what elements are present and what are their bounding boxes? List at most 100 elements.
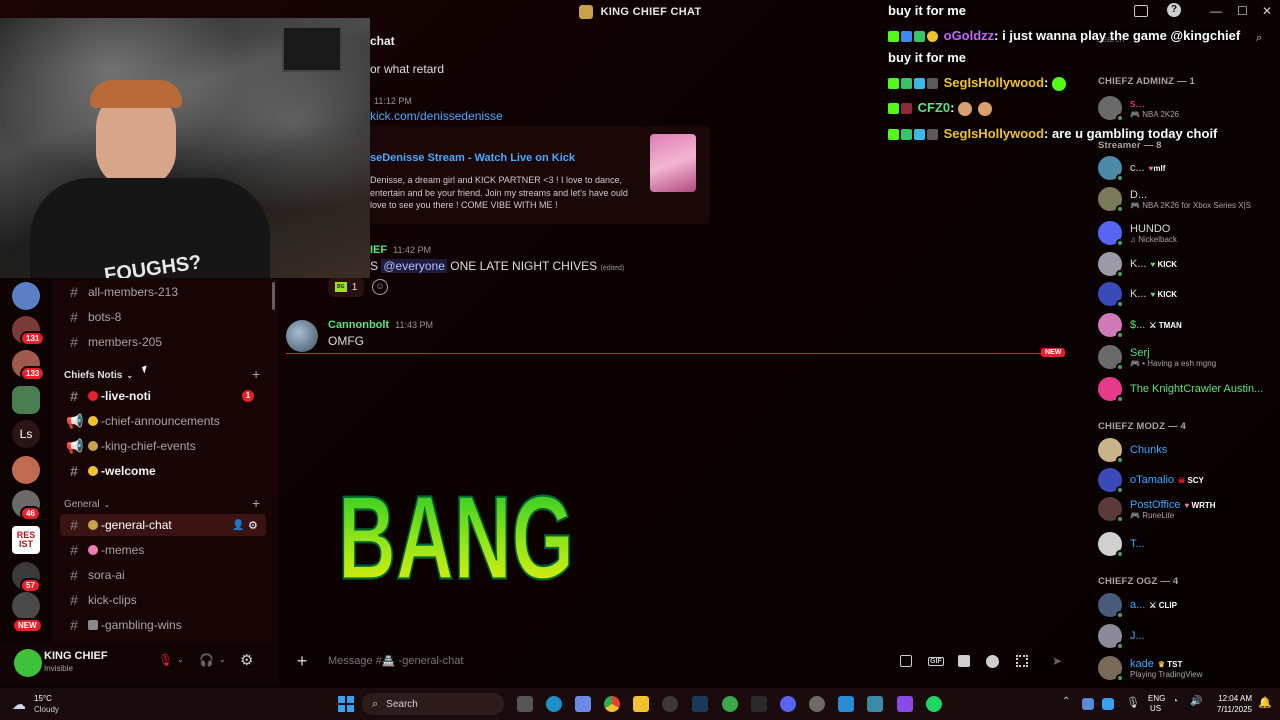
channel-kick-clips[interactable]: # kick-clips [60,589,266,611]
clock-date[interactable]: 7/11/2025 [1208,705,1252,714]
member-item[interactable]: J... [1098,621,1278,651]
gear-icon[interactable]: ⚙ [248,519,258,532]
mic-icon[interactable]: 🎙 [1126,696,1140,709]
avatar[interactable] [14,649,42,677]
app-icon[interactable] [575,696,591,712]
add-channel-icon[interactable]: + [252,495,260,511]
member-item[interactable]: $... ⚔ TMAN [1098,310,1278,340]
channel-live-noti[interactable]: # -live-noti 1 [60,385,266,407]
member-item[interactable]: The KnightCrawler Austin... [1098,374,1278,404]
message-author[interactable]: Cannonbolt [328,319,389,331]
mention-everyone[interactable]: @everyone [381,259,447,273]
member-item[interactable]: HUNDO ♫ Nickelback [1098,218,1278,248]
gift-icon[interactable] [900,655,912,667]
keyboard-layout[interactable]: US [1150,704,1161,713]
channel-general-chat[interactable]: # -general-chat 👤 ⚙ [60,514,266,536]
channel-bots[interactable]: # bots-8 [60,306,266,328]
member-item[interactable]: c... ♥mlf [1098,153,1278,183]
member-item[interactable]: T... [1098,529,1278,559]
member-item[interactable]: Chunks [1098,435,1278,465]
embed-thumbnail[interactable] [650,134,696,192]
temple-icon [88,520,98,530]
message-input[interactable] [328,655,848,667]
taskbar-search[interactable]: ⌕ Search [362,693,504,715]
channel-sora-ai[interactable]: # sora-ai [60,564,266,586]
member-item[interactable]: K... ♥ KICK [1098,279,1278,309]
channel-all-members[interactable]: # all-members-213 [60,281,266,303]
scrollbar[interactable] [272,282,275,310]
embed-title[interactable]: seDenisse Stream - Watch Live on Kick [370,152,642,164]
user-name[interactable]: KING CHIEF [44,650,108,662]
send-icon[interactable]: ➤ [1052,654,1062,668]
xbox-icon[interactable] [722,696,738,712]
add-channel-icon[interactable]: + [252,366,260,382]
app-icon[interactable] [867,696,883,712]
app-icon[interactable] [662,696,678,712]
channel-chief-announcements[interactable]: 📢 -chief-announcements [60,410,266,432]
steam-icon[interactable] [692,696,708,712]
channel-king-chief-events[interactable]: 📢 -king-chief-events [60,435,266,457]
category-general[interactable]: General ⌄ [64,499,110,510]
attach-plus-icon[interactable]: + [290,651,314,672]
tray-icon[interactable] [1102,698,1114,710]
server-icon[interactable] [12,456,40,484]
notification-bell-icon[interactable]: 🔔 [1258,696,1272,709]
message-author[interactable]: IEF [370,244,387,256]
clock-time[interactable]: 12:04 AM [1208,694,1252,703]
channel-welcome[interactable]: # -welcome [60,460,266,482]
tray-icon[interactable] [1082,698,1094,710]
avatar[interactable] [286,320,318,352]
mic-muted-icon[interactable]: 🎙 [158,653,173,667]
user-panel: KING CHIEF Invisible 🎙 ⌄ 🎧 ⌄ ⚙ [0,643,278,683]
message-text: or what retard [370,62,445,76]
channel-members[interactable]: # members-205 [60,331,266,353]
weather-icon[interactable]: ☁ [12,696,26,713]
headset-deafened-icon[interactable]: 🎧 [199,653,214,667]
edge-icon[interactable] [546,696,562,712]
bang-image[interactable]: BANG [334,364,578,596]
channel-memes[interactable]: # -memes [60,539,266,561]
member-item[interactable]: oTamalio ☠ SCY [1098,465,1278,495]
sword-icon: ⚔ [1149,320,1157,330]
chevron-down-icon[interactable]: ⌄ [219,655,226,664]
message-link[interactable]: kick.com/denissedenisse [370,109,503,123]
app-icon[interactable] [897,696,913,712]
server-icon[interactable] [12,282,40,310]
language-code[interactable]: ENG [1148,694,1165,703]
member-item[interactable]: PostOffice ♥ WRTH 🎮 RuneLite [1098,494,1278,524]
invite-icon[interactable]: 👤 [232,520,244,531]
windows-start-icon[interactable] [338,696,354,712]
gear-icon[interactable]: ⚙ [240,651,253,669]
category-chiefs-notis[interactable]: Chiefs Notis ⌄ [64,370,133,381]
server-icon[interactable] [12,386,40,414]
volume-icon[interactable]: 🔊 [1190,696,1202,707]
member-item[interactable]: a... ⚔ CLIP [1098,590,1278,620]
server-icon[interactable]: Ls [12,420,40,448]
reaction-pill[interactable]: BG 1 [328,277,364,297]
apps-icon[interactable] [1016,655,1028,667]
server-icon[interactable] [12,592,40,620]
member-item[interactable]: kade ♛ TST Playing TradingView [1098,653,1278,683]
overlay-user: CFZ0 [917,100,951,115]
member-item[interactable]: D... 🎮 NBA 2K26 for Xbox Series X|S [1098,184,1278,214]
member-item[interactable]: Serj 🎮 • Having a esh mgng [1098,342,1278,372]
epic-games-icon[interactable] [751,696,767,712]
spotify-icon[interactable] [926,696,942,712]
file-explorer-icon[interactable] [633,696,649,712]
discord-icon[interactable] [780,696,796,712]
task-view-icon[interactable] [517,696,533,712]
settings-icon[interactable] [809,696,825,712]
chevron-up-icon[interactable]: ⌃ [1062,696,1070,707]
server-icon[interactable]: RES IST [12,526,40,554]
member-item[interactable]: K... ♥ KICK [1098,249,1278,279]
gif-icon[interactable]: GIF [928,656,944,666]
add-reaction-icon[interactable]: ☺ [372,279,388,295]
sticker-icon[interactable] [958,655,970,667]
store-icon[interactable] [838,696,854,712]
chrome-icon[interactable] [604,696,620,712]
channel-gambling-wins[interactable]: # -gambling-wins [60,614,266,636]
wifi-icon[interactable]: ◔ [1172,696,1178,707]
emoji-icon[interactable] [986,654,999,668]
badge-icon [901,78,912,90]
chevron-down-icon[interactable]: ⌄ [177,655,184,664]
